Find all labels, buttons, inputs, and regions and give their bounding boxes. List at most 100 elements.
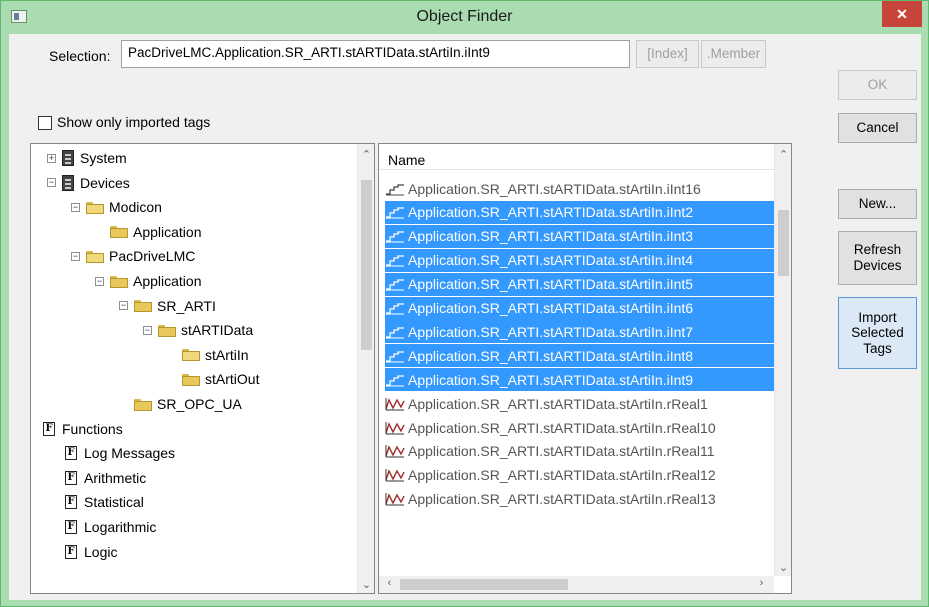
folder-open-icon bbox=[86, 201, 104, 214]
tree-item-label: Arithmetic bbox=[84, 469, 147, 486]
tree-item[interactable]: F Logarithmic bbox=[65, 515, 156, 539]
tag-list[interactable]: Name Application.SR_ARTI.stARTIData.stAr… bbox=[378, 143, 792, 594]
collapse-icon[interactable]: − bbox=[71, 251, 80, 261]
tree-item[interactable]: − PacDriveLMC bbox=[71, 244, 195, 268]
collapse-icon[interactable]: − bbox=[47, 178, 56, 188]
real-tag-icon bbox=[385, 492, 405, 506]
tag-row[interactable]: Application.SR_ARTI.stARTIData.stArtiIn.… bbox=[385, 320, 774, 344]
tree-item-label: stARTIData bbox=[181, 322, 254, 339]
scroll-down-arrow-icon[interactable]: ⌄ bbox=[358, 578, 374, 591]
tree-item-label: Logarithmic bbox=[84, 519, 157, 535]
cancel-button[interactable]: Cancel bbox=[838, 113, 917, 143]
tree-item[interactable]: + System bbox=[47, 146, 127, 170]
tag-name: Application.SR_ARTI.stARTIData.stArtiIn.… bbox=[408, 491, 716, 508]
show-only-imported-checkbox[interactable] bbox=[38, 116, 52, 130]
tree-item[interactable]: F Arithmetic bbox=[65, 466, 146, 490]
tag-name: Application.SR_ARTI.stARTIData.stArtiIn.… bbox=[408, 276, 694, 293]
list-vertical-scrollbar[interactable]: ⌃ ⌄ bbox=[774, 144, 791, 576]
tag-row[interactable]: Application.SR_ARTI.stARTIData.stArtiIn.… bbox=[385, 440, 715, 463]
new-button[interactable]: New... bbox=[838, 189, 917, 219]
selection-input[interactable]: PacDriveLMC.Application.SR_ARTI.stARTIDa… bbox=[121, 40, 630, 68]
folder-icon bbox=[134, 299, 152, 313]
scroll-up-arrow-icon[interactable]: ⌃ bbox=[775, 148, 791, 161]
tree-item[interactable]: stArtiOut bbox=[167, 367, 259, 391]
function-icon: F bbox=[43, 421, 55, 436]
collapse-icon[interactable]: − bbox=[143, 325, 152, 335]
expand-icon[interactable]: + bbox=[47, 153, 56, 163]
list-hscroll-thumb[interactable] bbox=[400, 579, 568, 590]
real-tag-icon bbox=[385, 397, 405, 411]
tree-item-label: SR_ARTI bbox=[157, 297, 216, 314]
tree-item-label: Application bbox=[133, 273, 202, 289]
tag-row[interactable]: Application.SR_ARTI.stARTIData.stArtiIn.… bbox=[385, 272, 774, 296]
tree-item-label: Statistical bbox=[84, 494, 144, 511]
device-icon bbox=[62, 150, 74, 166]
member-button[interactable]: .Member bbox=[701, 40, 766, 68]
function-icon: F bbox=[65, 544, 77, 559]
tag-row[interactable]: Application.SR_ARTI.stARTIData.stArtiIn.… bbox=[385, 344, 774, 368]
tag-name: Application.SR_ARTI.stARTIData.stArtiIn.… bbox=[408, 228, 694, 245]
name-column-header[interactable]: Name bbox=[379, 144, 774, 170]
tag-row[interactable]: Application.SR_ARTI.stARTIData.stArtiIn.… bbox=[385, 488, 716, 511]
tag-row[interactable]: Application.SR_ARTI.stARTIData.stArtiIn.… bbox=[385, 416, 716, 439]
ok-button[interactable]: OK bbox=[838, 70, 917, 100]
tree-item[interactable]: − Application bbox=[95, 269, 202, 293]
window-title: Object Finder bbox=[416, 8, 513, 25]
index-button[interactable]: [Index] bbox=[636, 40, 699, 68]
tree-item[interactable]: stArtiIn bbox=[167, 343, 249, 367]
scroll-down-arrow-icon[interactable]: ⌄ bbox=[775, 561, 791, 574]
function-icon: F bbox=[65, 495, 77, 510]
tree-vertical-scrollbar[interactable]: ⌃ ⌄ bbox=[357, 144, 374, 593]
tree-item-label: SR_OPC_UA bbox=[157, 396, 242, 412]
list-scroll-thumb[interactable] bbox=[778, 210, 789, 276]
tag-row[interactable]: Application.SR_ARTI.stARTIData.stArtiIn.… bbox=[385, 368, 774, 392]
import-selected-tags-button[interactable]: Import Selected Tags bbox=[838, 297, 917, 369]
tag-row[interactable]: Application.SR_ARTI.stARTIData.stArtiIn.… bbox=[385, 200, 774, 224]
tree-item[interactable]: F Functions bbox=[43, 417, 123, 441]
scroll-up-arrow-icon[interactable]: ⌃ bbox=[358, 148, 374, 161]
tag-row[interactable]: Application.SR_ARTI.stARTIData.stArtiIn.… bbox=[385, 177, 701, 200]
tree-item[interactable]: − SR_ARTI bbox=[119, 294, 216, 318]
folder-icon bbox=[134, 398, 152, 411]
device-icon bbox=[62, 174, 74, 191]
collapse-icon[interactable]: − bbox=[95, 276, 104, 286]
tag-row[interactable]: Application.SR_ARTI.stARTIData.stArtiIn.… bbox=[385, 296, 774, 320]
collapse-icon[interactable]: − bbox=[71, 202, 80, 212]
tree-item-label: System bbox=[80, 150, 127, 166]
tree-item-label: Log Messages bbox=[84, 445, 176, 462]
real-tag-icon bbox=[385, 421, 405, 435]
tree-item[interactable]: F Statistical bbox=[65, 490, 144, 514]
refresh-devices-button[interactable]: Refresh Devices bbox=[838, 231, 917, 285]
int-tag-icon bbox=[385, 277, 405, 291]
tag-row[interactable]: Application.SR_ARTI.stARTIData.stArtiIn.… bbox=[385, 224, 774, 248]
tree-scroll-thumb[interactable] bbox=[361, 180, 372, 350]
show-only-imported-label: Show only imported tags bbox=[57, 114, 211, 130]
scroll-left-arrow-icon[interactable]: ‹ bbox=[381, 577, 398, 589]
int-tag-icon bbox=[385, 325, 405, 339]
object-tree[interactable]: + System − Devices − Modicon Application − PacDr… bbox=[30, 143, 375, 594]
folder-icon bbox=[158, 324, 176, 337]
tag-name: Application.SR_ARTI.stARTIData.stArtiIn.… bbox=[408, 371, 694, 388]
list-horizontal-scrollbar[interactable]: ‹ › bbox=[379, 576, 774, 593]
tree-item[interactable]: F Log Messages bbox=[65, 441, 175, 465]
int-tag-icon bbox=[385, 301, 405, 315]
tree-item[interactable]: Application bbox=[95, 220, 202, 244]
tree-item[interactable]: SR_OPC_UA bbox=[119, 392, 242, 416]
tag-row[interactable]: Application.SR_ARTI.stARTIData.stArtiIn.… bbox=[385, 392, 708, 415]
real-tag-icon bbox=[385, 468, 405, 482]
tree-item[interactable]: − Devices bbox=[47, 171, 130, 195]
folder-icon bbox=[110, 275, 128, 288]
tag-row[interactable]: Application.SR_ARTI.stARTIData.stArtiIn.… bbox=[385, 464, 716, 487]
tag-name: Application.SR_ARTI.stARTIData.stArtiIn.… bbox=[408, 347, 694, 364]
scroll-right-arrow-icon[interactable]: › bbox=[753, 577, 770, 589]
tag-name: Application.SR_ARTI.stARTIData.stArtiIn.… bbox=[408, 323, 694, 340]
tree-item[interactable]: − Modicon bbox=[71, 195, 162, 219]
title-bar[interactable]: Object Finder ✕ bbox=[1, 1, 928, 33]
tree-item-label: Functions bbox=[62, 420, 123, 437]
tree-item[interactable]: F Logic bbox=[65, 540, 117, 564]
collapse-icon[interactable]: − bbox=[119, 301, 128, 311]
tree-item[interactable]: − stARTIData bbox=[143, 318, 253, 342]
tree-item-label: PacDriveLMC bbox=[109, 248, 196, 265]
close-button[interactable]: ✕ bbox=[882, 1, 922, 27]
tag-row[interactable]: Application.SR_ARTI.stARTIData.stArtiIn.… bbox=[385, 248, 774, 272]
